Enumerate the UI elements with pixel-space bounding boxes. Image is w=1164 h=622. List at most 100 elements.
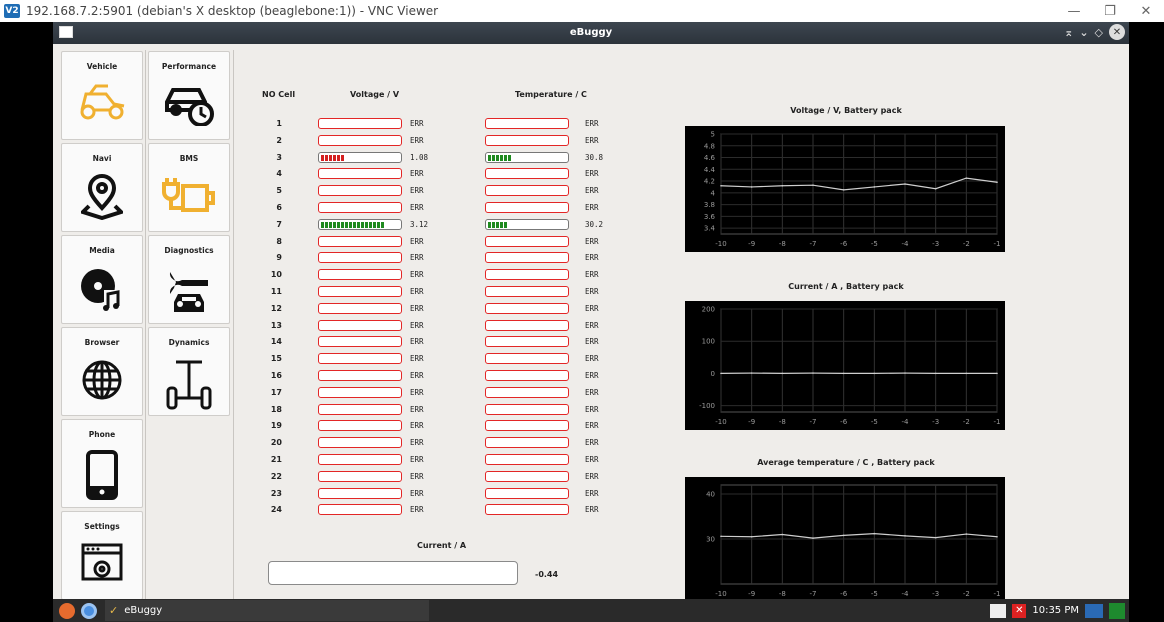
data-point <box>842 534 845 537</box>
x-tick-label: -9 <box>748 418 755 426</box>
no-network-icon[interactable]: ✕ <box>1012 603 1027 618</box>
vnc-title-bar: V2 192.168.7.2:5901 (debian's X desktop … <box>0 0 1164 22</box>
nav-dynamics-button[interactable]: Dynamics <box>148 327 230 416</box>
bar-segment <box>500 222 503 228</box>
temperature-bar <box>485 202 569 213</box>
cell-number: 20 <box>270 438 282 447</box>
temperature-bar <box>485 488 569 499</box>
notes-icon[interactable] <box>990 603 1007 618</box>
temperature-bar <box>485 420 569 431</box>
data-point <box>812 372 814 374</box>
nav-bms-button[interactable]: BMS <box>148 143 230 232</box>
data-point <box>842 189 845 191</box>
voltage-value: ERR <box>410 237 424 246</box>
cell-number: 17 <box>270 388 282 397</box>
nav-diagnostics-button[interactable]: Diagnostics <box>148 235 230 324</box>
x-tick-label: -6 <box>840 240 848 248</box>
temperature-value: ERR <box>585 203 599 212</box>
taskbar-task-ebuggy[interactable]: ✓ eBuggy <box>105 600 429 621</box>
nav-phone-button[interactable]: Phone <box>61 419 143 508</box>
data-point <box>873 532 876 535</box>
globe-icon <box>82 360 122 400</box>
data-point <box>750 372 753 374</box>
temperature-bar <box>485 236 569 247</box>
cell-number: 4 <box>276 169 282 178</box>
y-tick-label: 4.8 <box>704 142 715 150</box>
data-point <box>781 533 784 536</box>
y-tick-label: 40 <box>706 491 715 499</box>
x-tick-label: -3 <box>932 590 939 598</box>
nav-navi-button[interactable]: Navi <box>61 143 143 232</box>
nav-label: Phone <box>88 430 116 439</box>
vnc-logo-icon: V2 <box>4 4 20 18</box>
bar-segment <box>337 155 340 161</box>
voltage-value: ERR <box>410 119 424 128</box>
shade-icon[interactable]: ⌅ <box>1064 26 1073 39</box>
bar-segment <box>381 222 384 228</box>
cell-number: 13 <box>270 321 282 330</box>
voltage-bar <box>318 135 402 146</box>
data-point <box>750 535 753 538</box>
nav-vehicle-button[interactable]: Vehicle <box>61 51 143 140</box>
voltage-value: ERR <box>410 136 424 145</box>
temperature-value: ERR <box>585 321 599 330</box>
voltage-bar <box>318 387 402 398</box>
nav-label: Media <box>89 246 115 255</box>
x-tick-label: -8 <box>779 240 786 248</box>
x-tick-label: -10 <box>715 418 726 426</box>
voltage-value: ERR <box>410 505 424 514</box>
bar-segment <box>492 222 495 228</box>
chromium-icon[interactable] <box>81 602 97 619</box>
taskbar-task-label: eBuggy <box>124 605 163 616</box>
bar-segment <box>373 222 376 228</box>
close-icon[interactable]: ✕ <box>1109 24 1125 40</box>
data-point <box>904 535 906 537</box>
nav-performance-button[interactable]: Performance <box>148 51 230 140</box>
voltage-bar <box>318 168 402 179</box>
cell-number: 9 <box>276 253 282 262</box>
bar-segment <box>325 155 328 161</box>
bar-segment <box>341 222 344 228</box>
y-tick-label: 3.8 <box>704 201 715 209</box>
car-gauge-icon <box>165 88 214 126</box>
ubuntu-menu-icon[interactable] <box>59 602 75 619</box>
chart-svg: -10 -9 -8 -7 -6 -5 -4 -3 -2 -1 30 40 <box>706 484 1000 598</box>
temperature-bar <box>485 336 569 347</box>
voltage-bar <box>318 471 402 482</box>
nav-media-button[interactable]: Media <box>61 235 143 324</box>
cell-number: 7 <box>276 220 282 229</box>
temperature-bar <box>485 185 569 196</box>
voltage-bar <box>318 252 402 263</box>
temperature-value: ERR <box>585 489 599 498</box>
x-tick-label: -7 <box>810 590 817 598</box>
cell-number: 23 <box>270 489 282 498</box>
chevron-down-icon[interactable]: ⌄ <box>1079 26 1088 39</box>
nav-settings-button[interactable]: Settings <box>61 511 143 600</box>
buggy-icon <box>80 84 125 120</box>
diamond-icon[interactable]: ◇ <box>1095 26 1103 39</box>
data-point <box>812 184 814 186</box>
desktop-icon[interactable] <box>1085 603 1103 618</box>
minimize-button[interactable]: — <box>1056 0 1092 22</box>
bar-segment <box>353 222 356 228</box>
voltage-bar <box>318 269 402 280</box>
x-tick-label: -4 <box>902 240 910 248</box>
restore-button[interactable]: ❐ <box>1092 0 1128 22</box>
y-tick-label: 4.2 <box>704 178 715 186</box>
x-tick-label: -6 <box>840 590 848 598</box>
remote-desktop: eBuggy ⌅ ⌄ ◇ ✕ Vehicle Navi Media Browse… <box>6 22 1152 622</box>
voltage-bar <box>318 236 402 247</box>
nav-label: BMS <box>179 154 199 163</box>
voltage-value: 3.12 <box>410 220 429 229</box>
x-tick-label: -9 <box>748 590 755 598</box>
bar-segment <box>325 222 328 228</box>
data-point <box>873 372 876 375</box>
y-tick-label: 4.6 <box>704 154 716 162</box>
bar-segment <box>329 155 332 161</box>
x-tick-label: -10 <box>715 590 726 598</box>
voltage-value: ERR <box>410 186 424 195</box>
close-button[interactable]: ✕ <box>1128 0 1164 22</box>
nav-browser-button[interactable]: Browser <box>61 327 143 416</box>
cell-number: 19 <box>270 421 282 430</box>
wrench-car-icon <box>169 272 208 312</box>
